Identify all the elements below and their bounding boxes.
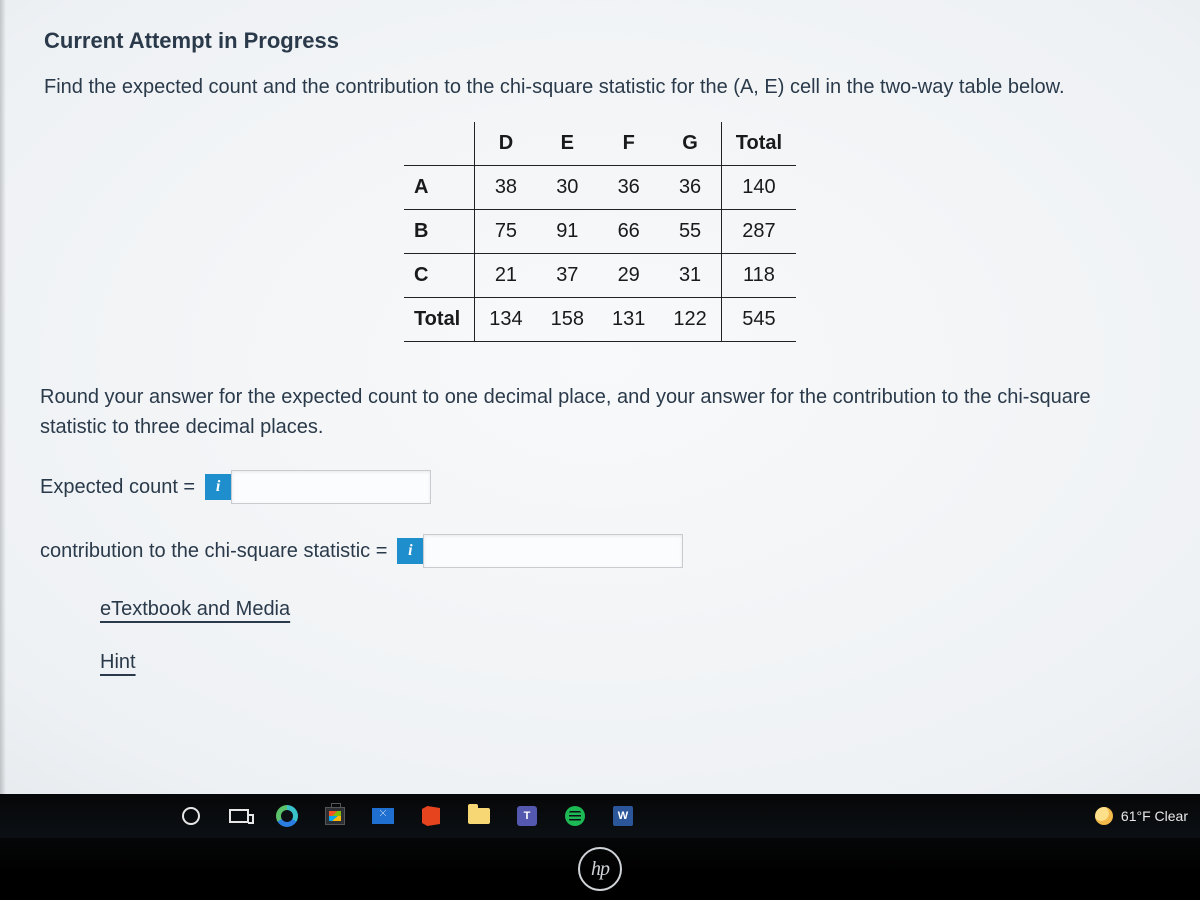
start-button[interactable]	[168, 796, 214, 836]
table-cell: 55	[659, 210, 721, 254]
table-cell: 91	[537, 210, 598, 254]
table-cell-total: 287	[721, 210, 796, 254]
table-row: C 21 37 29 31 118	[404, 254, 796, 298]
teams-button[interactable]: T	[504, 796, 550, 836]
table-corner-cell	[404, 122, 475, 166]
edge-icon	[276, 805, 298, 827]
col-header: F	[598, 122, 659, 166]
contribution-input[interactable]	[423, 534, 683, 568]
rounding-instructions: Round your answer for the expected count…	[40, 382, 1160, 442]
row-header: C	[404, 254, 475, 298]
mail-button[interactable]	[360, 796, 406, 836]
file-explorer-button[interactable]	[456, 796, 502, 836]
etextbook-link[interactable]: eTextbook and Media	[100, 598, 290, 621]
row-header-total: Total	[404, 298, 475, 342]
table-cell-grand-total: 545	[721, 298, 796, 342]
expected-count-label: Expected count =	[40, 476, 195, 499]
two-way-table-wrap: D E F G Total A 38 30 36 36 140 B	[40, 122, 1160, 342]
cortana-circle-icon	[182, 807, 200, 825]
table-cell: 30	[537, 166, 598, 210]
folder-icon	[468, 808, 490, 824]
expected-count-row: Expected count = i	[40, 470, 1160, 504]
table-header-row: D E F G Total	[404, 122, 796, 166]
table-cell: 134	[475, 298, 537, 342]
table-cell: 21	[475, 254, 537, 298]
taskbar-right: 61°F Clear	[1095, 807, 1192, 825]
task-view-button[interactable]	[216, 796, 262, 836]
hint-link[interactable]: Hint	[100, 651, 136, 674]
info-icon[interactable]: i	[205, 474, 231, 500]
expected-count-input[interactable]	[231, 470, 431, 504]
table-cell: 38	[475, 166, 537, 210]
taskbar-left: T W	[168, 796, 646, 836]
microsoft-store-icon	[325, 807, 345, 825]
question-prompt: Find the expected count and the contribu…	[44, 72, 1160, 102]
table-cell: 36	[598, 166, 659, 210]
info-icon[interactable]: i	[397, 538, 423, 564]
col-header: G	[659, 122, 721, 166]
edge-button[interactable]	[264, 796, 310, 836]
section-title: Current Attempt in Progress	[44, 28, 1160, 54]
task-view-icon	[229, 809, 249, 823]
office-icon	[422, 806, 440, 826]
table-cell: 131	[598, 298, 659, 342]
table-cell: 31	[659, 254, 721, 298]
two-way-table: D E F G Total A 38 30 36 36 140 B	[404, 122, 796, 342]
spotify-icon	[565, 806, 585, 826]
table-cell: 75	[475, 210, 537, 254]
question-page: Current Attempt in Progress Find the exp…	[0, 0, 1200, 704]
table-cell: 66	[598, 210, 659, 254]
laptop-bezel: hp	[0, 838, 1200, 900]
teams-icon: T	[517, 806, 537, 826]
table-cell: 122	[659, 298, 721, 342]
mail-icon	[372, 808, 394, 824]
table-cell-total: 140	[721, 166, 796, 210]
left-shadow-edge	[0, 0, 6, 794]
store-button[interactable]	[312, 796, 358, 836]
hp-logo: hp	[578, 847, 622, 891]
weather-icon	[1095, 807, 1113, 825]
table-cell: 36	[659, 166, 721, 210]
spotify-button[interactable]	[552, 796, 598, 836]
resource-links: eTextbook and Media Hint	[100, 598, 1160, 704]
table-cell: 158	[537, 298, 598, 342]
contribution-row: contribution to the chi-square statistic…	[40, 534, 1160, 568]
col-header-total: Total	[721, 122, 796, 166]
row-header: B	[404, 210, 475, 254]
contribution-label: contribution to the chi-square statistic…	[40, 540, 387, 563]
table-row: A 38 30 36 36 140	[404, 166, 796, 210]
table-cell-total: 118	[721, 254, 796, 298]
word-button[interactable]: W	[600, 796, 646, 836]
table-row: B 75 91 66 55 287	[404, 210, 796, 254]
office-button[interactable]	[408, 796, 454, 836]
windows-taskbar: T W 61°F Clear	[0, 794, 1200, 838]
weather-text[interactable]: 61°F Clear	[1121, 808, 1188, 824]
col-header: E	[537, 122, 598, 166]
table-row-total: Total 134 158 131 122 545	[404, 298, 796, 342]
table-cell: 37	[537, 254, 598, 298]
col-header: D	[475, 122, 537, 166]
word-icon: W	[613, 806, 633, 826]
table-cell: 29	[598, 254, 659, 298]
row-header: A	[404, 166, 475, 210]
